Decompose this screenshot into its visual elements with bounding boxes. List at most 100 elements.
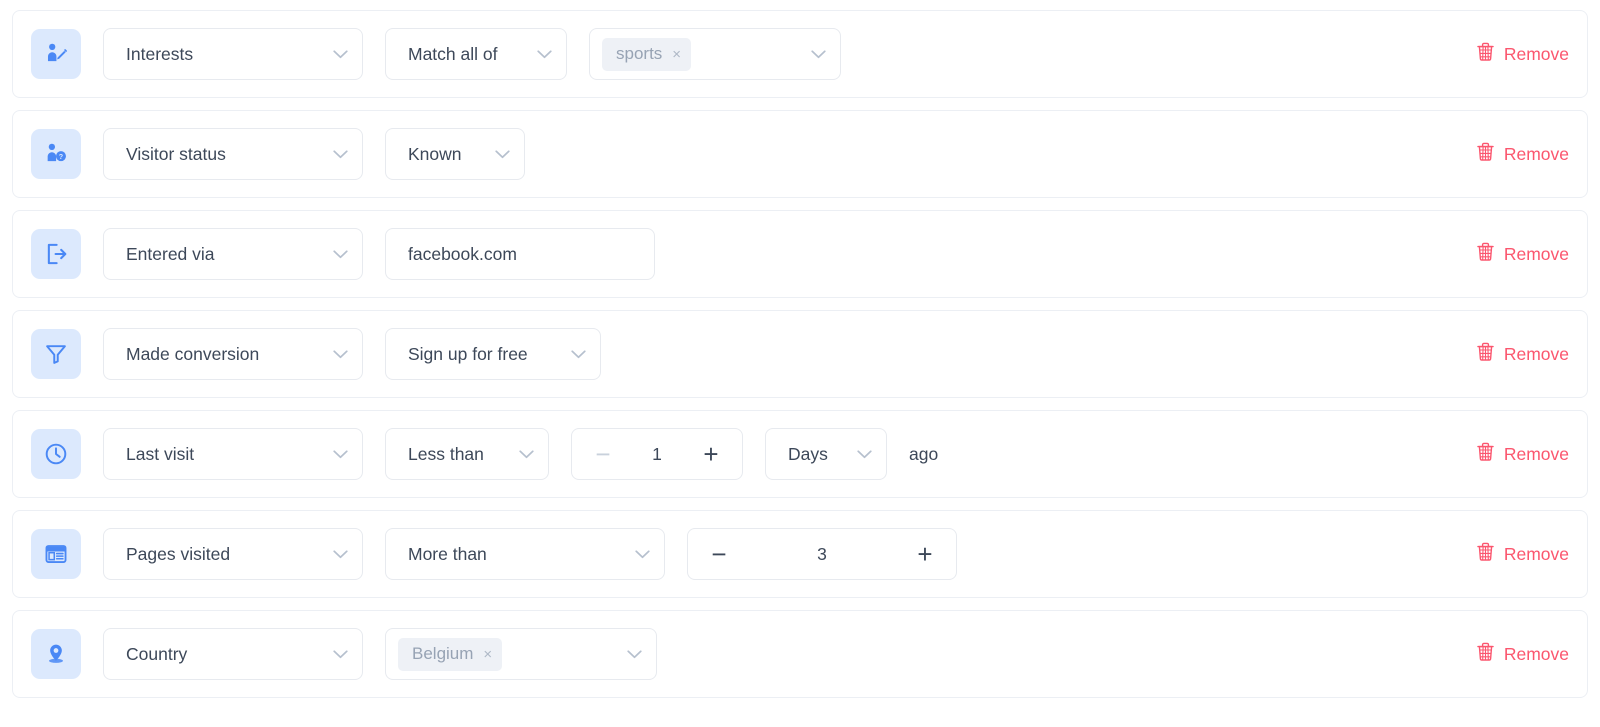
stepper-increment-button[interactable]: +	[912, 541, 938, 567]
chevron-down-icon	[333, 449, 348, 459]
remove-button[interactable]: Remove	[1477, 42, 1569, 66]
close-icon[interactable]: ×	[672, 47, 681, 62]
tag-select-interests[interactable]: sports ×	[589, 28, 841, 80]
remove-label: Remove	[1503, 643, 1569, 664]
svg-text:?: ?	[59, 153, 63, 161]
remove-button[interactable]: Remove	[1477, 242, 1569, 266]
rule-row-interests: Interests Match all of sports × Remove	[12, 10, 1588, 98]
operator-label: Known	[408, 143, 462, 164]
tag-select-country[interactable]: Belgium ×	[385, 628, 657, 680]
rule-fields: Interests Match all of sports ×	[103, 28, 1573, 80]
unit-label: Days	[788, 443, 828, 464]
remove-button[interactable]: Remove	[1477, 342, 1569, 366]
quantity-stepper-pages-visited[interactable]: − 3 +	[687, 528, 957, 580]
tag-chip-label: sports	[616, 44, 663, 63]
tag-chip-label: Belgium	[412, 644, 474, 663]
remove-button[interactable]: Remove	[1477, 542, 1569, 566]
value-text-input-entered-via[interactable]: facebook.com	[385, 228, 655, 280]
remove-label: Remove	[1503, 243, 1569, 264]
stepper-value: 1	[652, 443, 662, 464]
chevron-down-icon	[333, 49, 348, 59]
trash-icon	[1477, 242, 1494, 266]
value-text: facebook.com	[408, 243, 517, 264]
remove-button[interactable]: Remove	[1477, 642, 1569, 666]
tag-chip[interactable]: Belgium ×	[398, 637, 503, 671]
stepper-decrement-button[interactable]: −	[590, 441, 616, 467]
segment-rule-builder: Interests Match all of sports × Remove ?…	[0, 0, 1600, 727]
rule-fields: Made conversion Sign up for free	[103, 328, 1573, 380]
subject-label: Last visit	[126, 443, 195, 464]
chevron-down-icon	[333, 649, 348, 659]
chevron-down-icon	[495, 149, 510, 159]
operator-label: More than	[408, 543, 487, 564]
rule-row-country: Country Belgium × Remove	[12, 610, 1588, 698]
chevron-down-icon	[609, 649, 642, 659]
subject-label: Pages visited	[126, 543, 231, 564]
subject-label: Made conversion	[126, 343, 260, 364]
rule-list: Interests Match all of sports × Remove ?…	[0, 0, 1600, 698]
operator-select-more-than[interactable]: More than	[385, 528, 665, 580]
location-pin-icon	[31, 629, 81, 679]
trash-icon	[1477, 642, 1494, 666]
stepper-increment-button[interactable]: +	[698, 441, 724, 467]
rule-fields: Visitor status Known	[103, 128, 1573, 180]
suffix-ago-label: ago	[909, 443, 939, 464]
rule-row-visitor-status: ? Visitor status Known Remove	[12, 110, 1588, 198]
remove-label: Remove	[1503, 343, 1569, 364]
operator-label: Sign up for free	[408, 343, 528, 364]
chevron-down-icon	[333, 349, 348, 359]
trash-icon	[1477, 42, 1494, 66]
stepper-decrement-button[interactable]: −	[706, 541, 732, 567]
operator-select-match-all-of[interactable]: Match all of	[385, 28, 567, 80]
rule-row-last-visit: Last visit Less than − 1 + Days ago Remo…	[12, 410, 1588, 498]
subject-select-visitor-status[interactable]: Visitor status	[103, 128, 363, 180]
subject-select-entered-via[interactable]: Entered via	[103, 228, 363, 280]
operator-label: Less than	[408, 443, 484, 464]
exit-arrow-icon	[31, 229, 81, 279]
chevron-down-icon	[333, 549, 348, 559]
trash-icon	[1477, 442, 1494, 466]
person-edit-icon	[31, 29, 81, 79]
chevron-down-icon	[793, 49, 826, 59]
subject-select-made-conversion[interactable]: Made conversion	[103, 328, 363, 380]
rule-fields: Entered via facebook.com	[103, 228, 1573, 280]
operator-select-less-than[interactable]: Less than	[385, 428, 549, 480]
browser-page-icon	[31, 529, 81, 579]
subject-select-last-visit[interactable]: Last visit	[103, 428, 363, 480]
subject-label: Entered via	[126, 243, 215, 264]
remove-button[interactable]: Remove	[1477, 142, 1569, 166]
chevron-down-icon	[333, 149, 348, 159]
remove-label: Remove	[1503, 443, 1569, 464]
rule-fields: Pages visited More than − 3 +	[103, 528, 1573, 580]
subject-label: Country	[126, 643, 188, 664]
chevron-down-icon	[635, 549, 650, 559]
operator-label: Match all of	[408, 43, 498, 64]
rule-row-pages-visited: Pages visited More than − 3 + Remove	[12, 510, 1588, 598]
clock-icon	[31, 429, 81, 479]
operator-select-known[interactable]: Known	[385, 128, 525, 180]
subject-label: Interests	[126, 43, 194, 64]
chevron-down-icon	[519, 449, 534, 459]
quantity-stepper-last-visit[interactable]: − 1 +	[571, 428, 743, 480]
person-question-icon: ?	[31, 129, 81, 179]
stepper-value: 3	[817, 543, 827, 564]
subject-label: Visitor status	[126, 143, 226, 164]
chevron-down-icon	[571, 349, 586, 359]
remove-button[interactable]: Remove	[1477, 442, 1569, 466]
trash-icon	[1477, 542, 1494, 566]
subject-select-pages-visited[interactable]: Pages visited	[103, 528, 363, 580]
trash-icon	[1477, 142, 1494, 166]
subject-select-country[interactable]: Country	[103, 628, 363, 680]
close-icon[interactable]: ×	[483, 647, 492, 662]
rule-row-entered-via: Entered via facebook.com Remove	[12, 210, 1588, 298]
chevron-down-icon	[537, 49, 552, 59]
remove-label: Remove	[1503, 143, 1569, 164]
trash-icon	[1477, 342, 1494, 366]
tag-chip[interactable]: sports ×	[602, 37, 692, 71]
operator-select-conversion-goal[interactable]: Sign up for free	[385, 328, 601, 380]
remove-label: Remove	[1503, 43, 1569, 64]
rule-fields: Last visit Less than − 1 + Days ago	[103, 428, 1573, 480]
rule-row-made-conversion: Made conversion Sign up for free Remove	[12, 310, 1588, 398]
unit-select-days[interactable]: Days	[765, 428, 887, 480]
subject-select-interests[interactable]: Interests	[103, 28, 363, 80]
